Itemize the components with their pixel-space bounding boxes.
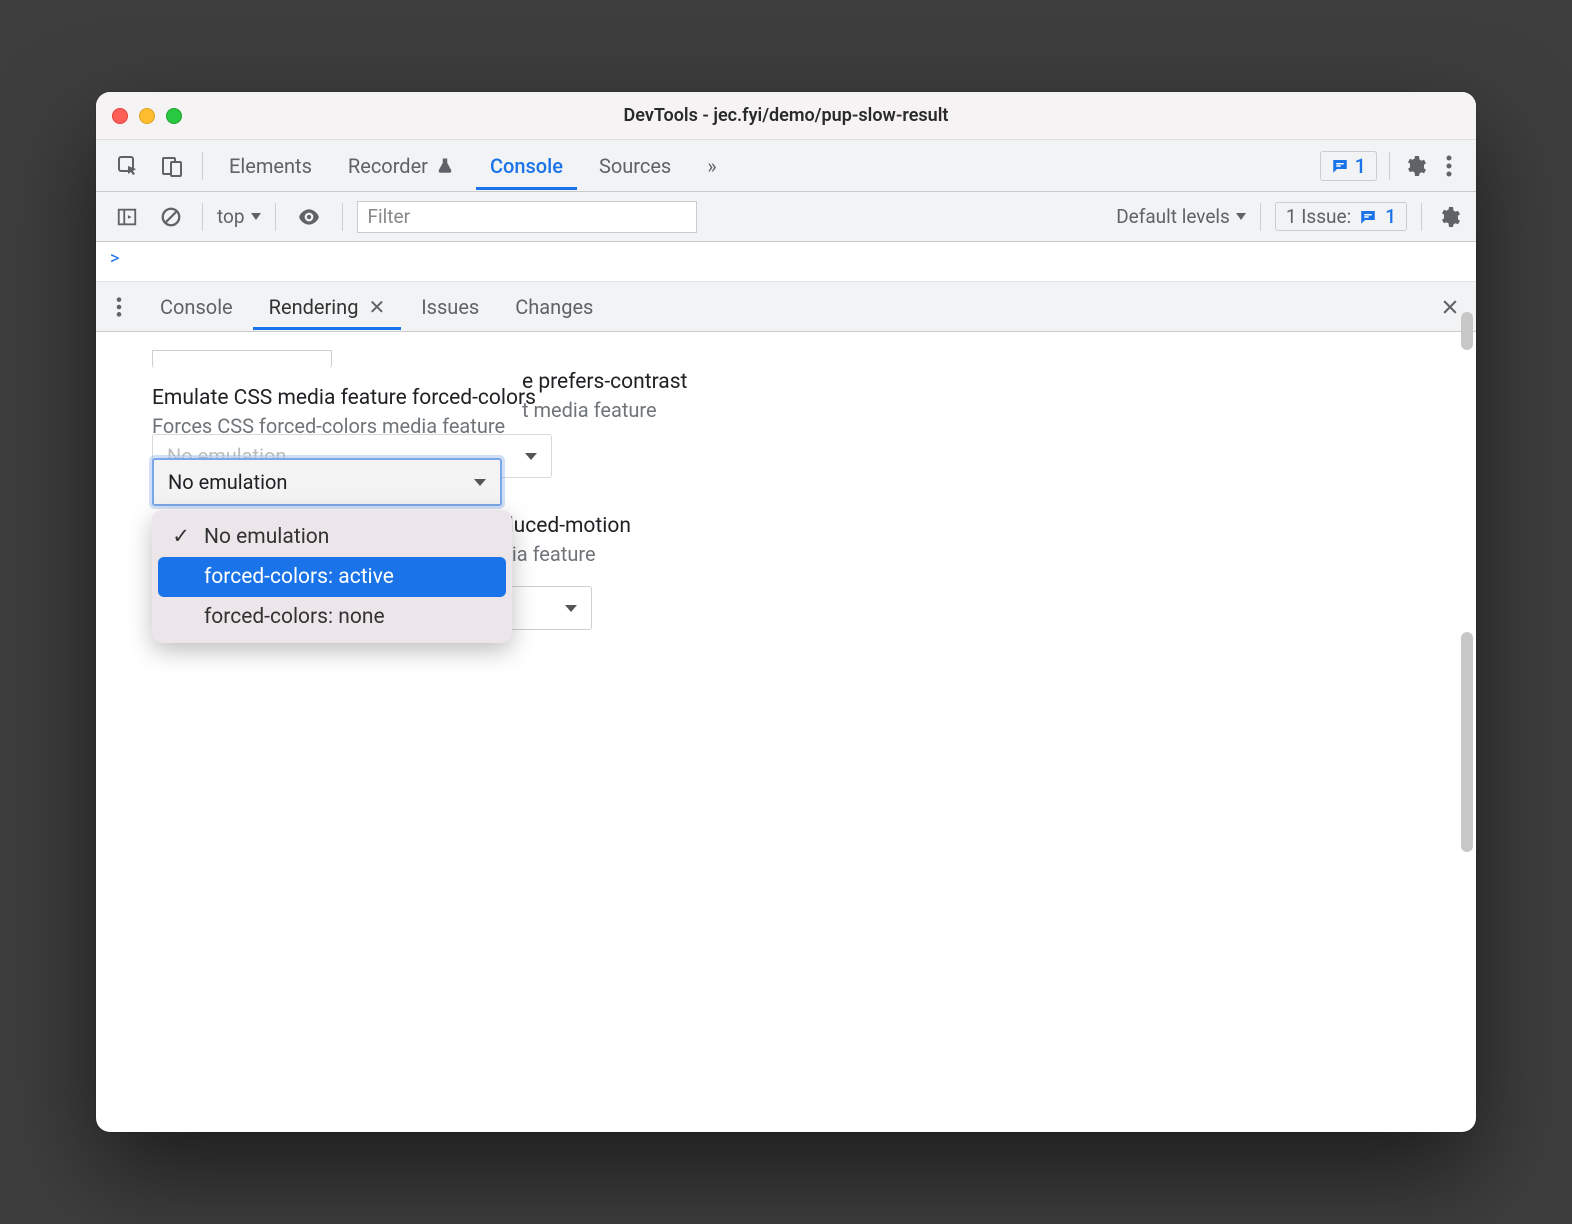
more-options-button[interactable] [1436,153,1462,179]
devtools-window: DevTools - jec.fyi/demo/pup-slow-result … [96,92,1476,1132]
tab-sources-label: Sources [599,154,671,178]
window-title: DevTools - jec.fyi/demo/pup-slow-result [96,105,1476,126]
traffic-lights [112,108,182,124]
drawer-tab-strip: Console Rendering ✕ Issues Changes [96,282,1476,332]
tab-elements[interactable]: Elements [215,142,326,190]
partial-select-above[interactable] [152,350,332,368]
issue-label: 1 Issue: [1286,205,1351,228]
option-label: forced-colors: none [204,605,385,629]
divider [1421,203,1422,231]
option-forced-colors-active[interactable]: forced-colors: active [158,557,506,597]
log-levels-selector[interactable]: Default levels [1116,205,1246,228]
tab-elements-label: Elements [229,154,312,178]
drawer-tab-issues-label: Issues [421,295,479,319]
rendering-pane: Emulate CSS media feature forced-colors … [96,332,1476,1132]
context-label: top [217,205,245,228]
flask-icon [436,157,454,175]
select-value: No emulation [168,470,287,494]
caret-down-icon [525,453,537,460]
titlebar: DevTools - jec.fyi/demo/pup-slow-result [96,92,1476,140]
divider [342,203,343,231]
divider [202,152,203,180]
close-tab-button[interactable]: ✕ [368,295,385,319]
drawer-tab-rendering-label: Rendering [269,295,359,319]
option-forced-colors-none[interactable]: forced-colors: none [158,597,506,637]
tab-recorder-label: Recorder [348,154,428,178]
setting-prefers-contrast-partial: e prefers-contrast t media feature [522,370,1420,422]
caret-down-icon [474,479,486,486]
console-toolbar: top Default levels 1 Issue: 1 [96,192,1476,242]
context-selector[interactable]: top [217,205,261,228]
close-drawer-button[interactable] [1440,297,1460,317]
caret-down-icon [565,605,577,612]
settings-button[interactable] [1402,153,1428,179]
divider [1260,203,1261,231]
console-settings-button[interactable] [1436,204,1462,230]
maximize-window-button[interactable] [166,108,182,124]
levels-label: Default levels [1116,205,1230,228]
forced-colors-select[interactable]: No emulation [152,458,502,506]
caret-down-icon [251,213,261,220]
chat-icon [1331,157,1349,175]
drawer-tab-rendering[interactable]: Rendering ✕ [253,284,402,330]
drawer-tab-console-label: Console [160,295,233,319]
drawer-tab-changes-label: Changes [515,295,593,319]
divider [202,203,203,231]
prompt-chevron: > [110,248,119,269]
divider [1389,152,1390,180]
close-window-button[interactable] [112,108,128,124]
main-tab-strip: Elements Recorder Console Sources » 1 [96,140,1476,192]
device-toolbar-button[interactable] [154,150,190,182]
tab-console[interactable]: Console [476,142,577,190]
check-icon: ✓ [170,524,192,549]
tab-console-label: Console [490,154,563,178]
inspect-element-button[interactable] [110,150,146,182]
issues-count: 1 [1355,154,1366,178]
option-label: No emulation [204,525,329,549]
more-label: » [707,154,716,178]
live-expression-button[interactable] [290,200,328,234]
console-prompt[interactable]: > [96,242,1476,282]
toggle-sidebar-button[interactable] [110,202,144,232]
setting-description-partial: t media feature [522,398,1420,422]
filter-input[interactable] [357,201,697,233]
tab-sources[interactable]: Sources [585,142,685,190]
issue-count: 1 [1385,205,1396,228]
drawer-more-button[interactable] [106,294,132,320]
divider [275,203,276,231]
drawer-tab-changes[interactable]: Changes [499,284,609,330]
tab-recorder[interactable]: Recorder [334,142,468,190]
clear-console-button[interactable] [154,202,188,232]
minimize-window-button[interactable] [139,108,155,124]
tab-more-button[interactable]: » [693,142,730,190]
forced-colors-dropdown: ✓ No emulation forced-colors: active for… [152,510,512,643]
option-no-emulation[interactable]: ✓ No emulation [158,516,506,557]
pane-scrollbar-thumb[interactable] [1461,632,1473,852]
caret-down-icon [1236,213,1246,220]
issues-badge[interactable]: 1 [1320,151,1377,181]
issues-pill[interactable]: 1 Issue: 1 [1275,202,1407,231]
setting-title-partial: e prefers-contrast [522,370,1420,394]
drawer-tab-console[interactable]: Console [144,284,249,330]
chat-icon [1359,208,1377,226]
drawer-tab-issues[interactable]: Issues [405,284,495,330]
option-label: forced-colors: active [204,565,394,589]
